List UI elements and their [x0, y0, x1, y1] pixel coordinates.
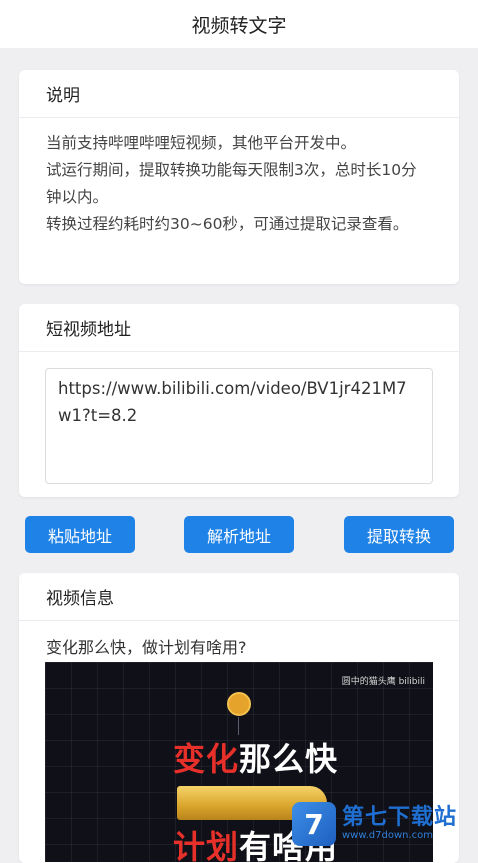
thumbnail-headline: 变化那么快: [173, 740, 339, 778]
site-watermark: 7 第七下载站 www.d7down.com: [292, 798, 472, 850]
extract-convert-button[interactable]: 提取转换: [344, 516, 454, 553]
info-card-title: 说明: [19, 70, 459, 118]
watermark-logo-icon: 7: [292, 802, 336, 846]
info-description: 当前支持哔哩哔哩短视频，其他平台开发中。 试运行期间，提取转换功能每天限制3次，…: [19, 118, 459, 238]
watermark-url: www.d7down.com: [342, 830, 434, 841]
page-title: 视频转文字: [191, 14, 287, 37]
thumbnail-decoration: [238, 717, 239, 735]
url-card-title: 短视频地址: [19, 304, 459, 352]
video-title: 变化那么快，做计划有啥用?: [46, 638, 247, 657]
thumbnail-uploader: 圆中的猫头鹰 bilibili: [341, 677, 425, 687]
watermark-name: 第七下载站: [342, 805, 458, 830]
video-url-input[interactable]: https://www.bilibili.com/video/BV1jr421M…: [45, 368, 433, 484]
info-line: 当前支持哔哩哔哩短视频，其他平台开发中。: [46, 134, 357, 152]
parse-url-button[interactable]: 解析地址: [184, 516, 294, 553]
owl-avatar-icon: [227, 692, 251, 716]
info-card: 说明 当前支持哔哩哔哩短视频，其他平台开发中。 试运行期间，提取转换功能每天限制…: [19, 70, 459, 284]
info-line: 转换过程约耗时约30~60秒，可通过提取记录查看。: [46, 215, 409, 233]
info-line: 试运行期间，提取转换功能每天限制3次，总时长10分钟以内。: [46, 161, 417, 206]
video-info-title: 视频信息: [19, 573, 459, 621]
url-card: 短视频地址 https://www.bilibili.com/video/BV1…: [19, 304, 459, 497]
paste-url-button[interactable]: 粘贴地址: [25, 516, 135, 553]
top-bar: 视频转文字: [0, 0, 478, 48]
